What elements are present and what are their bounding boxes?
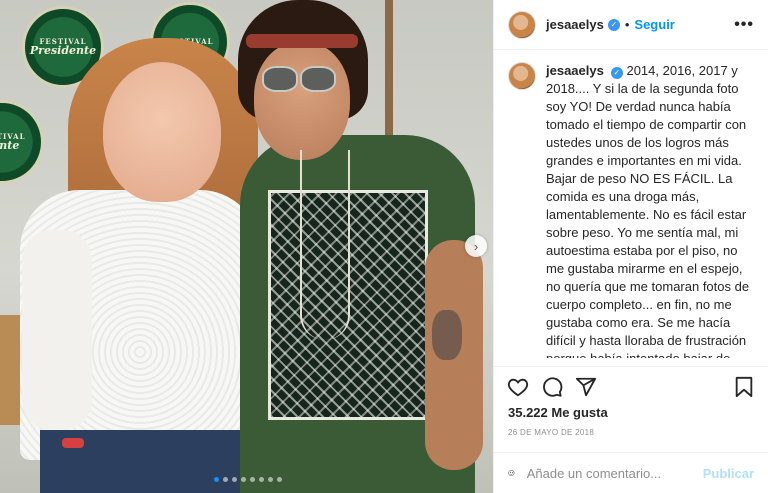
- post-header: jesaaelys ✓ • Seguir •••: [494, 0, 768, 50]
- likes-count[interactable]: 35.222 Me gusta: [508, 405, 608, 420]
- carousel-dot: [223, 477, 228, 482]
- chevron-right-icon: ›: [473, 238, 479, 254]
- carousel-dot: [268, 477, 273, 482]
- heart-icon: [507, 378, 529, 396]
- arm-tattoo: [432, 310, 462, 360]
- like-button[interactable]: [506, 375, 530, 399]
- carousel-dot: [214, 477, 219, 482]
- comment-icon: [543, 376, 563, 397]
- carousel-dot: [250, 477, 255, 482]
- comment-button[interactable]: [540, 375, 564, 399]
- festival-logo: FESTIVALdente: [0, 100, 44, 184]
- save-button[interactable]: [732, 375, 756, 399]
- carousel-dot: [277, 477, 282, 482]
- avatar[interactable]: [508, 62, 536, 90]
- more-icon[interactable]: •••: [734, 16, 754, 34]
- necklace: [300, 150, 350, 340]
- share-icon: [575, 377, 597, 396]
- caption-area: jesaaelys ✓ 2014, 2016, 2017 y 2018.... Y…: [508, 62, 758, 358]
- carousel-dot: [241, 477, 246, 482]
- avatar[interactable]: [508, 10, 536, 39]
- share-button[interactable]: [574, 375, 598, 399]
- separator: •: [624, 17, 630, 32]
- post-date[interactable]: 26 DE MAYO DE 2018: [508, 428, 594, 437]
- carousel-dot: [232, 477, 237, 482]
- action-bar: [494, 366, 768, 400]
- emoji-icon[interactable]: [508, 463, 515, 483]
- publish-button[interactable]: Publicar: [703, 466, 754, 481]
- woman-face: [103, 62, 221, 202]
- sunglasses-lens: [300, 66, 336, 92]
- carousel-next-button[interactable]: ›: [465, 235, 487, 257]
- follow-button[interactable]: Seguir: [634, 17, 674, 32]
- verified-icon: ✓: [607, 18, 620, 31]
- caption-username[interactable]: jesaaelys: [546, 63, 604, 78]
- username-link[interactable]: jesaaelys: [546, 17, 604, 32]
- caption-body: 2014, 2016, 2017 y 2018.... Y si la de l…: [546, 63, 750, 358]
- add-comment-bar: Publicar: [494, 452, 768, 493]
- red-wristband: [62, 438, 84, 448]
- caption-text: jesaaelys ✓ 2014, 2016, 2017 y 2018.... Y…: [546, 62, 758, 358]
- carousel-dot: [259, 477, 264, 482]
- verified-icon: ✓: [610, 67, 623, 79]
- post-side-panel: jesaaelys ✓ • Seguir ••• jesaaelys ✓ 2014…: [493, 0, 768, 493]
- post-photo[interactable]: FESTIVALPresidente FESTIVAL FESTIVALdent…: [0, 0, 493, 493]
- sunglasses-lens: [262, 66, 298, 92]
- woman-arm: [22, 230, 92, 430]
- man-face: [254, 42, 350, 160]
- carousel-dots: [214, 477, 282, 482]
- bookmark-icon: [735, 376, 753, 397]
- headband: [246, 34, 358, 48]
- comment-input[interactable]: [526, 465, 703, 481]
- door-frame: [385, 0, 393, 140]
